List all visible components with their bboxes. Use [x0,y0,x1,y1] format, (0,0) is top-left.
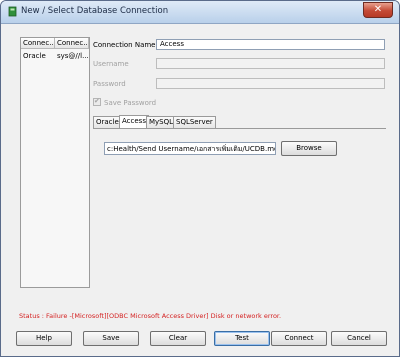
save-password-checkbox[interactable]: ✔ [93,97,101,106]
dialog-window: New / Select Database Connection ✕ Conne… [0,0,400,357]
browse-button[interactable]: Browse [281,141,337,156]
close-icon: ✕ [373,4,383,15]
username-input[interactable] [156,58,385,69]
window-title: New / Select Database Connection [21,6,169,16]
connection-name-value: Access [160,40,184,48]
save-password-label: Save Password [104,99,157,107]
checkmark-icon: ✔ [94,97,100,105]
test-button[interactable]: Test [214,331,270,346]
connection-name-input[interactable]: Access [156,39,385,50]
password-input[interactable] [156,78,385,89]
access-tab-panel [93,128,386,311]
tab-mysql[interactable]: MySQL [146,116,177,128]
cancel-button[interactable]: Cancel [331,331,387,346]
database-path-value: c:Health/Send Username/เอกสารเพิ่มเติม/U… [107,145,276,153]
list-cell-connection-details[interactable]: sys@//l... [55,51,91,61]
connections-list[interactable]: Connec... Connec... Oracle sys@//l... [20,37,90,288]
tab-access[interactable]: Access [119,115,149,128]
username-label: Username [93,60,129,68]
save-button[interactable]: Save [83,331,139,346]
database-app-icon [8,6,17,17]
help-button[interactable]: Help [16,331,72,346]
connection-name-label: Connection Name [93,41,156,49]
status-message: Status : Failure -[Microsoft][ODBC Micro… [19,312,282,320]
password-label: Password [93,80,126,88]
dialog-client: Connec... Connec... Oracle sys@//l... Co… [5,24,395,352]
tab-oracle[interactable]: Oracle [93,116,122,128]
database-path-input[interactable]: c:Health/Send Username/เอกสารเพิ่มเติม/U… [104,142,276,155]
connect-button[interactable]: Connect [271,331,327,346]
clear-button[interactable]: Clear [150,331,206,346]
list-header-connection-details[interactable]: Connec... [55,38,89,49]
tab-sqlserver[interactable]: SQLServer [173,116,216,128]
list-header-connection-name[interactable]: Connec... [21,38,55,49]
close-button[interactable]: ✕ [363,2,393,18]
list-cell-connection-name[interactable]: Oracle [21,51,57,61]
title-bar[interactable]: New / Select Database Connection ✕ [1,1,399,24]
